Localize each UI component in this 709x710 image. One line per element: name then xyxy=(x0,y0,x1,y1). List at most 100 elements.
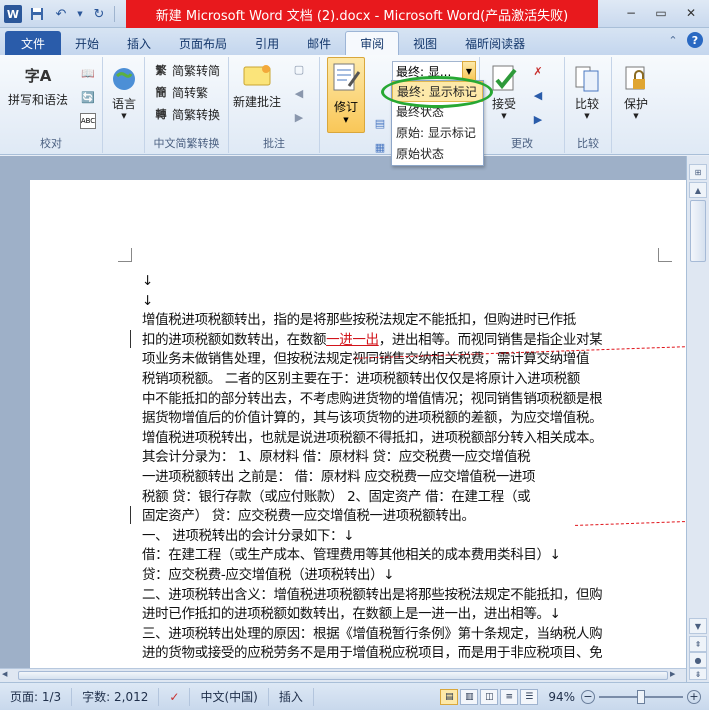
next-page-icon[interactable]: ⇟ xyxy=(689,668,707,680)
horizontal-scroll-thumb[interactable] xyxy=(18,671,668,680)
insert-mode[interactable]: 插入 xyxy=(269,687,314,706)
previous-comment-icon[interactable]: ◀ xyxy=(291,85,307,101)
ribbon-tabs: 文件 开始 插入 页面布局 引用 邮件 审阅 视图 福昕阅读器 ⌃ ? xyxy=(0,28,709,55)
tab-references[interactable]: 引用 xyxy=(241,31,293,55)
paragraph-line: ↓ xyxy=(142,292,153,309)
tab-review[interactable]: 审阅 xyxy=(345,31,400,55)
group-compare: 比较 ▼ 比较 xyxy=(565,57,612,153)
zoom-level[interactable]: 94% xyxy=(548,690,575,704)
page-indicator[interactable]: 页面: 1/3 xyxy=(0,687,73,706)
trad-to-simp-label: 简繁转简 xyxy=(172,63,221,78)
paragraph-line: 中不能抵扣的部分转出去，不考虑购进货物的增值情况；视同销售销项税额是根 xyxy=(142,390,603,407)
trad-to-simp-button[interactable]: 繁 简繁转简 xyxy=(153,61,221,79)
tab-home[interactable]: 开始 xyxy=(61,31,113,55)
undo-icon[interactable]: ↶ xyxy=(52,5,70,23)
next-comment-icon[interactable]: ▶ xyxy=(291,109,307,125)
delete-comment-icon[interactable]: ▢ xyxy=(291,61,307,77)
group-chinese-conversion: 繁 简繁转简 簡 简转繁 轉 简繁转换 中文简繁转换 xyxy=(145,57,229,153)
track-changes-button[interactable]: 修订 ▼ xyxy=(327,57,365,133)
scroll-right-icon[interactable]: ▶ xyxy=(670,670,682,681)
minimize-button[interactable]: − xyxy=(617,3,645,23)
tab-foxit[interactable]: 福昕阅读器 xyxy=(451,31,539,55)
print-layout-view-icon[interactable]: ▤ xyxy=(440,688,459,705)
horizontal-scrollbar[interactable]: ◀ ▶ xyxy=(0,668,686,682)
previous-change-icon[interactable]: ◀ xyxy=(530,87,546,103)
spelling-grammar-label: 拼写和语法 xyxy=(8,93,69,107)
zoom-slider-knob[interactable] xyxy=(637,689,645,704)
previous-page-icon[interactable]: ⇞ xyxy=(689,636,707,652)
language-button[interactable]: 语言 ▼ xyxy=(108,63,140,120)
close-button[interactable]: ✕ xyxy=(677,3,705,23)
document-body[interactable]: ↓ ↓ 增值税进项税额转出，指的是将那些按税法规定不能抵扣，但购进时已作抵 扣的… xyxy=(142,272,662,664)
redo-icon[interactable]: ↻ xyxy=(90,5,108,23)
compare-button[interactable]: 比较 ▼ xyxy=(571,63,603,120)
compare-icon xyxy=(571,63,603,95)
outline-view-icon[interactable]: ≡ xyxy=(500,688,519,705)
lock-icon xyxy=(620,63,652,95)
vertical-scrollbar[interactable]: ⊞ ▲ ▼ ⇞ ● ⇟ xyxy=(686,156,709,682)
menu-item-original-show-markup[interactable]: 原始: 显示标记 xyxy=(392,123,483,144)
document-page[interactable]: ↓ ↓ 增值税进项税额转出，指的是将那些按税法规定不能抵扣，但购进时已作抵 扣的… xyxy=(30,180,686,682)
document-area: ↓ ↓ 增值税进项税额转出，指的是将那些按税法规定不能抵扣，但购进时已作抵 扣的… xyxy=(0,156,686,682)
next-change-icon[interactable]: ▶ xyxy=(530,111,546,127)
tab-insert[interactable]: 插入 xyxy=(113,31,165,55)
paragraph-line: 进时已作抵扣的进项税额如数转出，在数额上是一进一出，进出相等。↓ xyxy=(142,606,561,623)
text-before-insertion: 扣的进项税额如数转出，在数额 xyxy=(142,331,327,348)
track-changes-icon xyxy=(331,62,361,97)
paragraph-line: 其会计分录为： 1、原材料 借：原材料 贷：应交税费一应交增值税 xyxy=(142,449,531,466)
paragraph-line: 税销项税额。 二者的区别主要在于：进项税额转出仅仅是将原计入进项税额 xyxy=(142,370,580,387)
web-layout-icon[interactable]: ◫ xyxy=(480,688,499,705)
research-icon[interactable]: 📖 xyxy=(80,65,96,81)
group-label-compare: 比较 xyxy=(577,137,599,150)
tab-mailings[interactable]: 邮件 xyxy=(293,31,345,55)
thesaurus-icon[interactable]: 🔄 xyxy=(80,89,96,105)
undo-dropdown-icon[interactable]: ▼ xyxy=(76,5,84,23)
proofing-status[interactable]: ✓ xyxy=(159,687,191,706)
accept-label: 接受 xyxy=(491,97,516,111)
paragraph-line: 一进项税额转出 之前是： 借：原材料 应交税费一应交增值税一进项 xyxy=(142,468,536,485)
simp-to-trad-label: 简转繁 xyxy=(172,85,209,100)
change-bar xyxy=(130,506,131,524)
draft-view-icon[interactable]: ☰ xyxy=(520,688,539,705)
menu-item-original[interactable]: 原始状态 xyxy=(392,144,483,165)
scroll-thumb[interactable] xyxy=(690,200,706,262)
word-count[interactable]: 字数: 2,012 xyxy=(72,687,160,706)
tab-page-layout[interactable]: 页面布局 xyxy=(165,31,241,55)
new-comment-button[interactable]: 新建批注 xyxy=(233,61,281,110)
maximize-button[interactable]: ▭ xyxy=(647,3,675,23)
window-controls: − ▭ ✕ xyxy=(617,3,705,23)
qat-separator xyxy=(114,6,115,22)
language-status[interactable]: 中文(中国) xyxy=(190,687,269,706)
word-count-icon[interactable]: ABC xyxy=(80,113,96,129)
save-icon[interactable] xyxy=(28,5,46,23)
group-label-changes: 更改 xyxy=(511,137,533,150)
ruler-toggle-icon[interactable]: ⊞ xyxy=(689,164,707,180)
collapse-ribbon-icon[interactable]: ⌃ xyxy=(665,32,681,48)
tracked-insertion[interactable]: 一进一出 xyxy=(326,332,379,348)
zoom-in-icon[interactable]: + xyxy=(687,689,701,704)
show-markup-icon[interactable]: ▦ xyxy=(372,139,388,155)
help-icon[interactable]: ? xyxy=(687,32,703,48)
select-browse-object-icon[interactable]: ● xyxy=(689,652,707,668)
group-label-chinese: 中文简繁转换 xyxy=(153,137,220,150)
reject-icon[interactable]: ✗ xyxy=(530,63,546,79)
protect-button[interactable]: 保护 ▼ xyxy=(620,63,652,120)
paragraph-line: 一、 进项税转出的会计分录如下：↓ xyxy=(142,527,355,544)
spelling-grammar-button[interactable]: 字A 拼写和语法 xyxy=(8,59,68,108)
track-changes-dropdown-icon: ▼ xyxy=(343,116,349,124)
simp-to-trad-icon: 簡 xyxy=(155,86,167,99)
zoom-slider[interactable] xyxy=(599,689,683,704)
word-logo-icon[interactable]: W xyxy=(4,5,22,23)
simp-to-trad-button[interactable]: 簡 简转繁 xyxy=(153,83,209,101)
scroll-down-icon[interactable]: ▼ xyxy=(689,618,707,634)
full-screen-reading-icon[interactable]: ▥ xyxy=(460,688,479,705)
tab-file[interactable]: 文件 xyxy=(5,31,62,55)
tab-view[interactable]: 视图 xyxy=(399,31,451,55)
paragraph-line: 增值税进项税额转出，指的是将那些按税法规定不能抵扣，但购进时已作抵 xyxy=(142,312,576,329)
zoom-out-icon[interactable]: − xyxy=(581,689,595,704)
scroll-left-icon[interactable]: ◀ xyxy=(2,670,14,681)
convert-button[interactable]: 轉 简繁转换 xyxy=(153,105,221,123)
margin-corner-top-left xyxy=(118,248,132,262)
reviewing-pane-icon[interactable]: ▤ xyxy=(372,115,388,131)
scroll-up-icon[interactable]: ▲ xyxy=(689,182,707,198)
